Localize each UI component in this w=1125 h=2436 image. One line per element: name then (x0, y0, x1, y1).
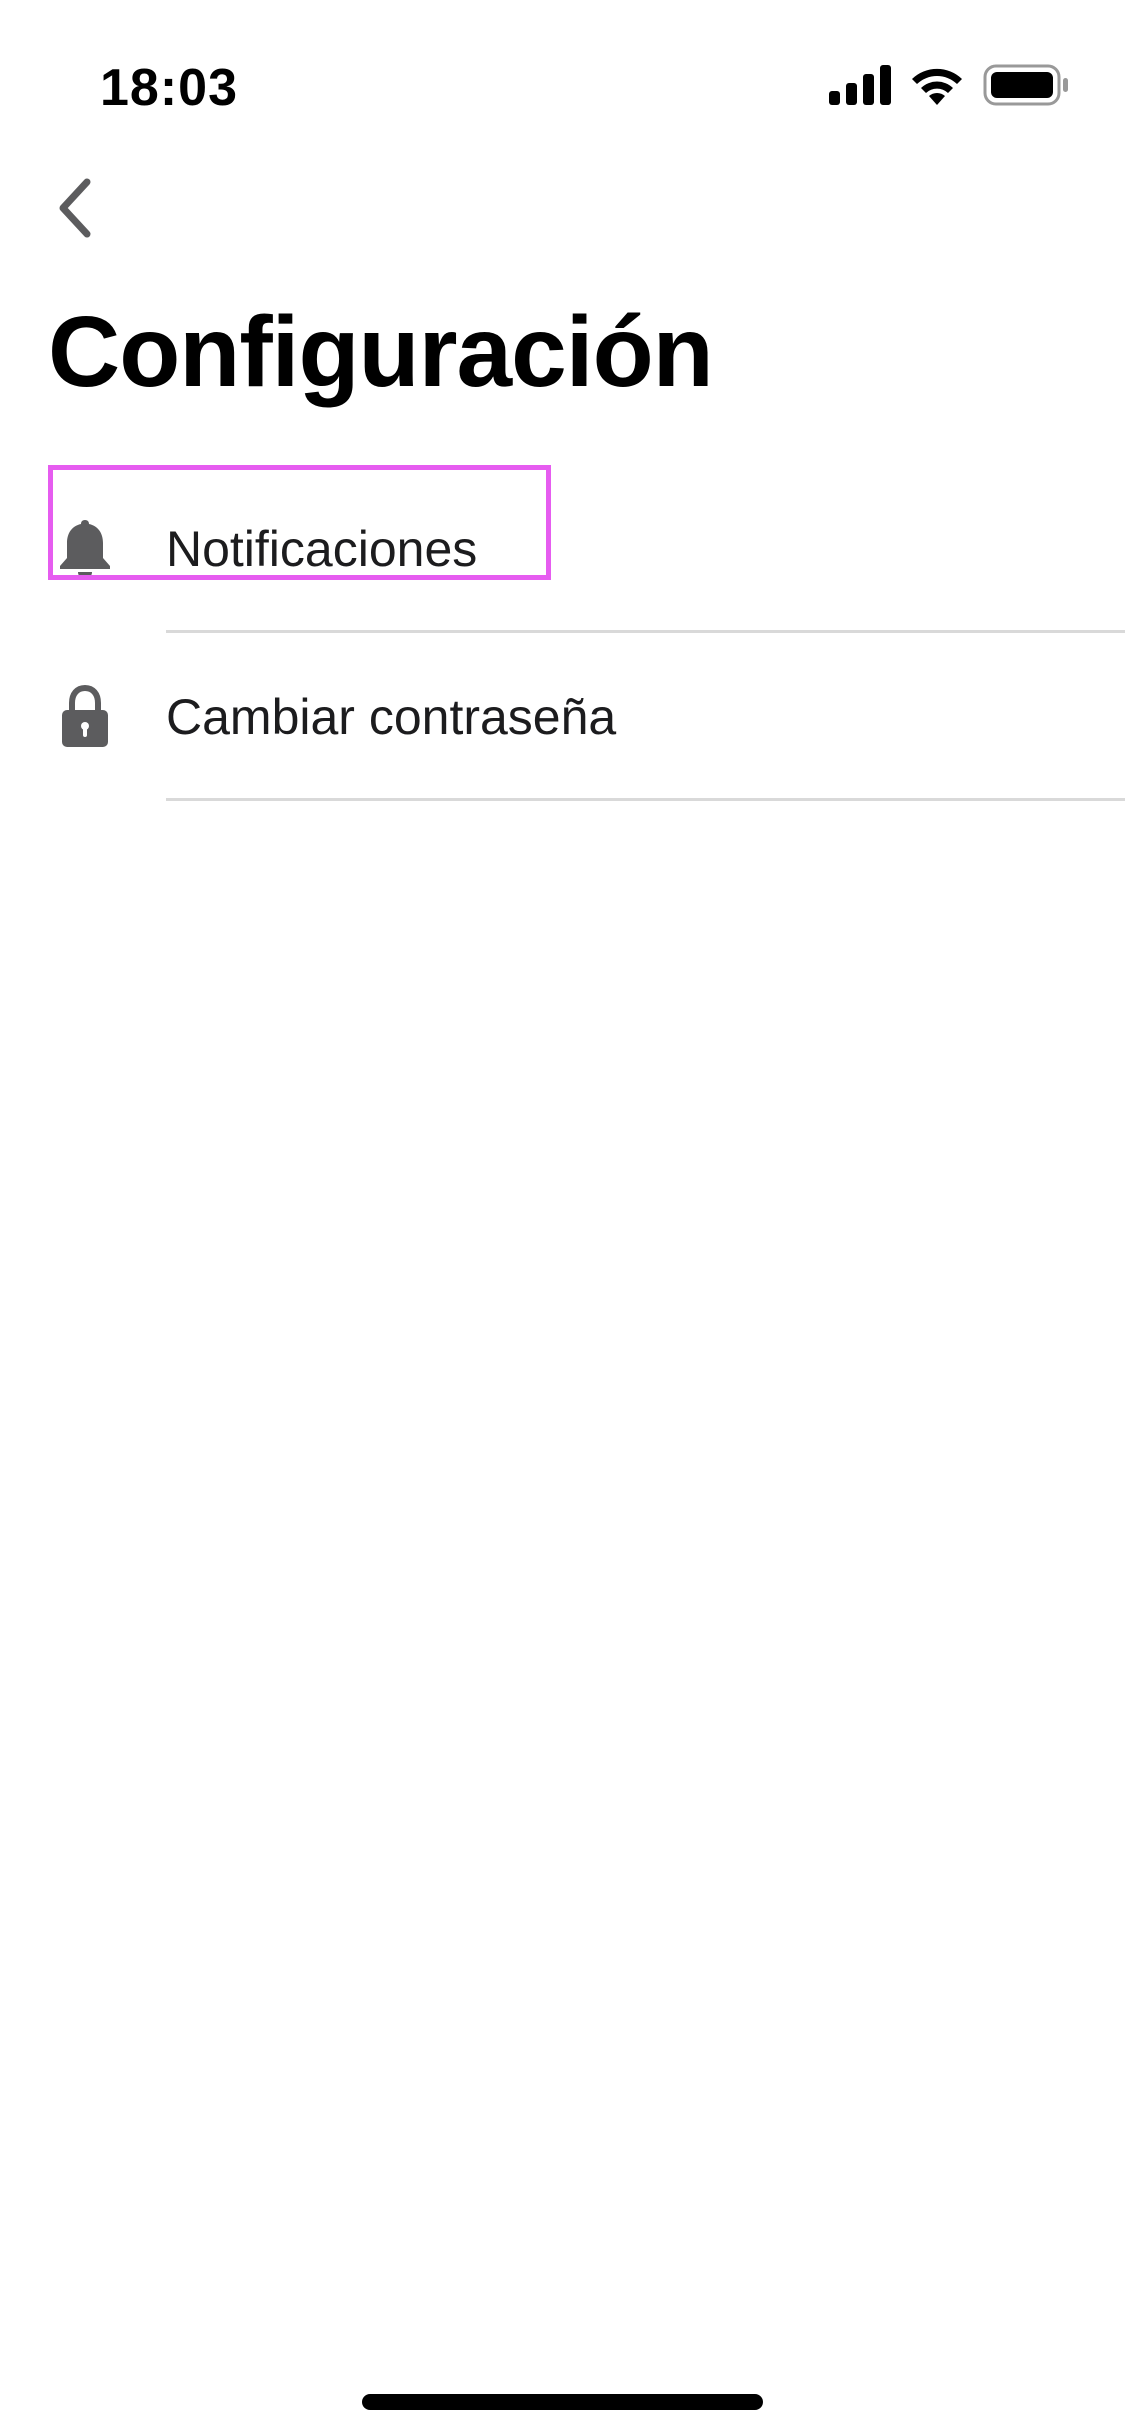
home-indicator[interactable] (362, 2394, 763, 2410)
settings-item-label: Notificaciones (166, 521, 478, 577)
status-time: 18:03 (100, 59, 238, 117)
divider (166, 798, 1125, 801)
chevron-left-icon (53, 176, 97, 245)
back-button[interactable] (30, 165, 120, 255)
status-bar: 18:03 (0, 0, 1125, 150)
wifi-icon (909, 65, 965, 110)
lock-icon (55, 685, 115, 747)
bell-icon (55, 519, 115, 579)
settings-item-change-password[interactable]: Cambiar contraseña (0, 633, 1125, 801)
settings-item-label: Cambiar contraseña (166, 689, 617, 745)
status-icons (829, 64, 1069, 111)
cellular-signal-icon (829, 65, 891, 110)
page-title: Configuración (48, 296, 714, 408)
battery-icon (983, 64, 1069, 111)
settings-item-notifications[interactable]: Notificaciones (0, 465, 1125, 633)
settings-list: Notificaciones Cambiar contraseña (0, 465, 1125, 801)
